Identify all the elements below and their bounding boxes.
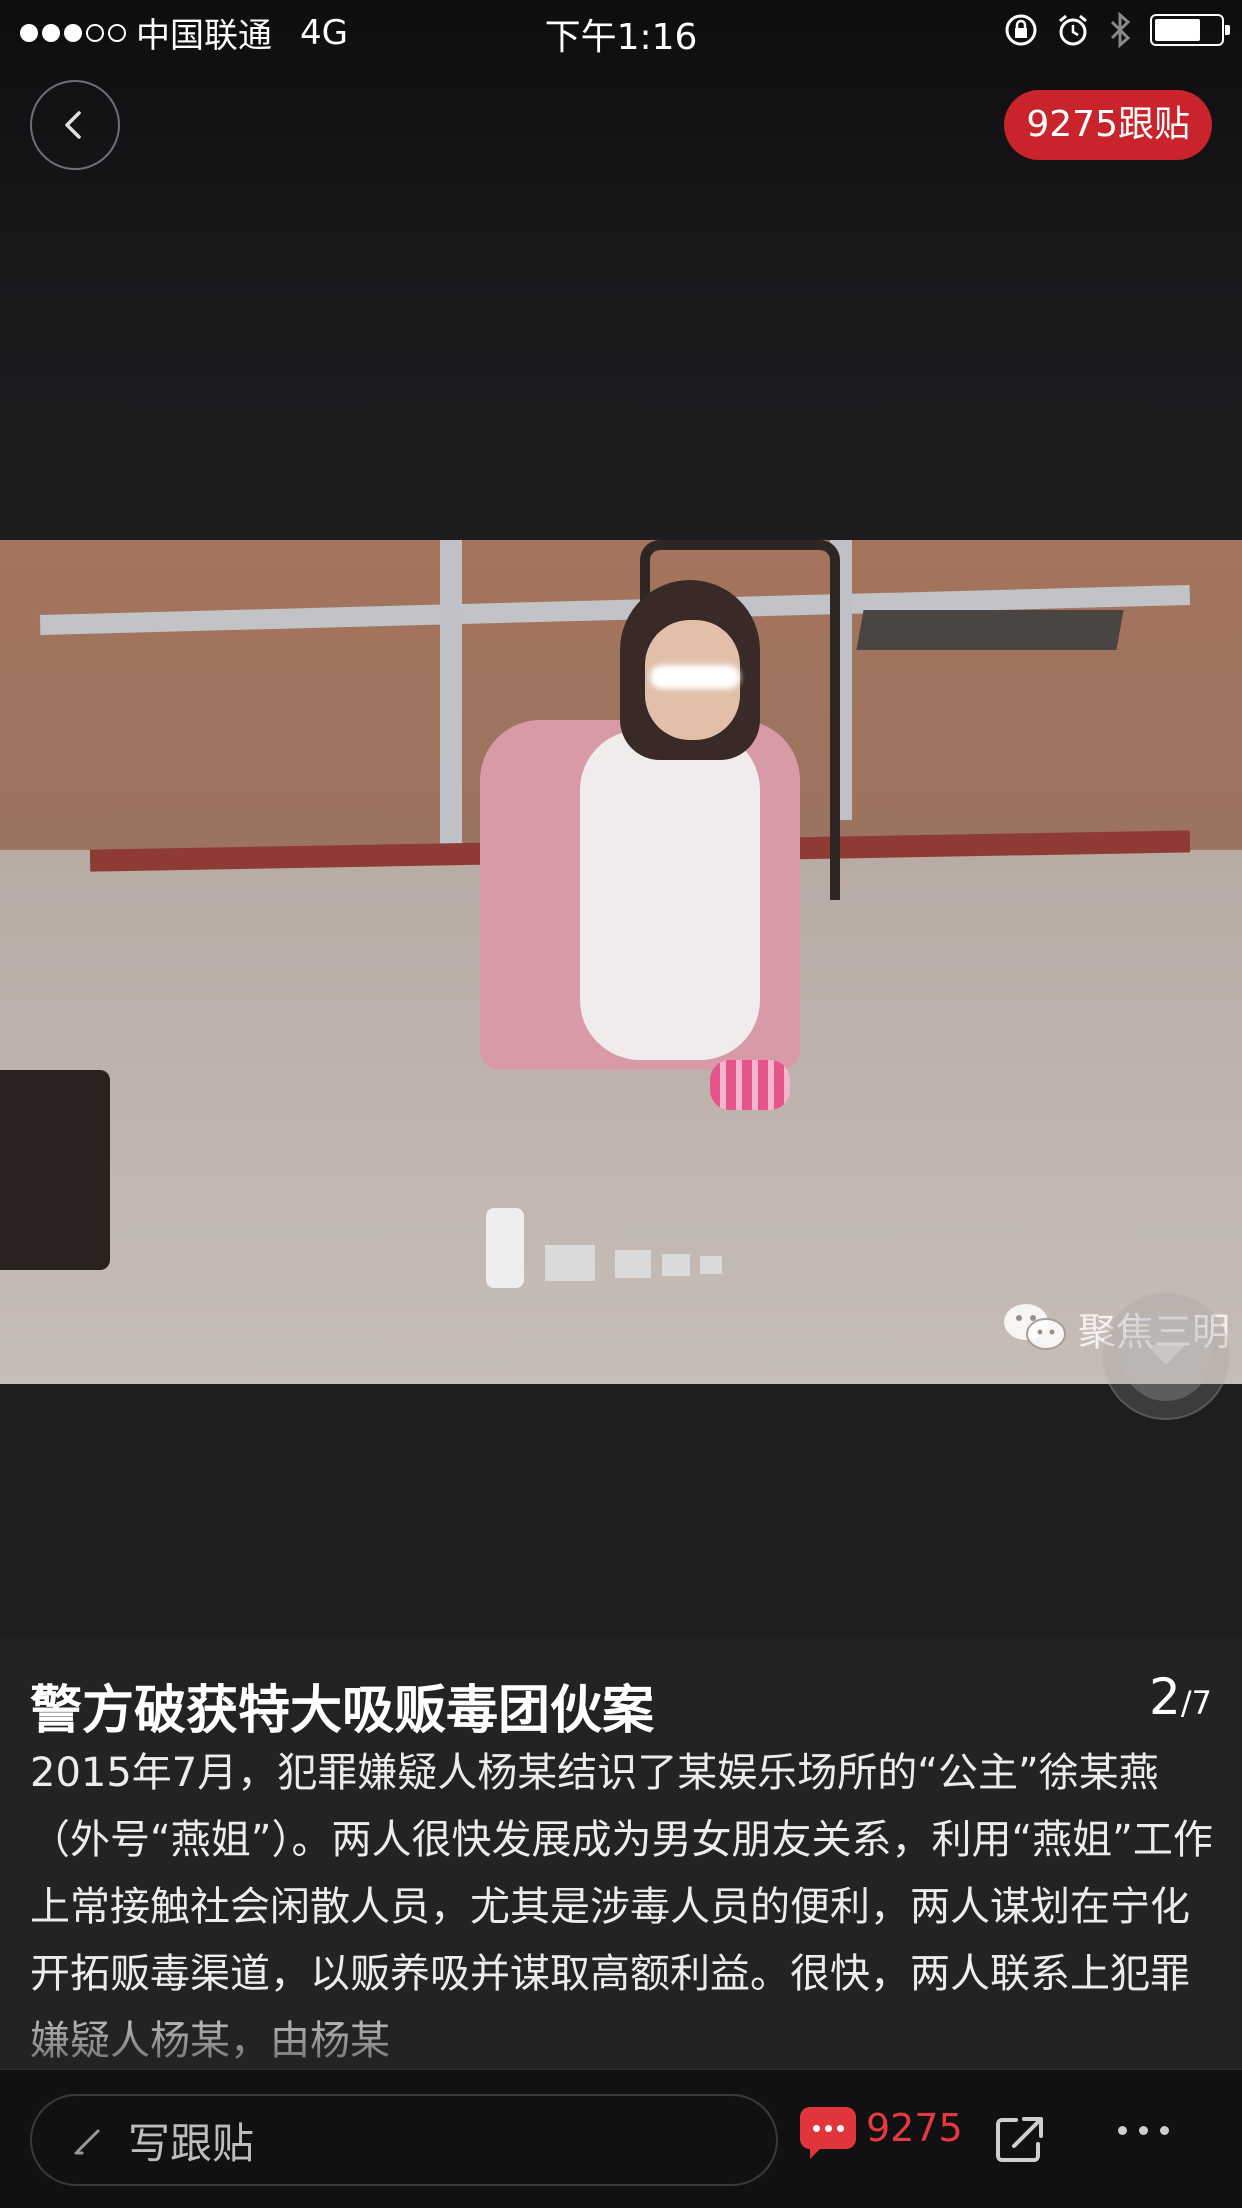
- photo-packet: [662, 1254, 690, 1276]
- floating-scroll-inner: [1121, 1311, 1211, 1401]
- bottom-bar: 写跟贴 9275: [0, 2069, 1242, 2208]
- photo-packet: [615, 1250, 651, 1278]
- battery-level: [1155, 19, 1200, 41]
- photo-table: [856, 610, 1124, 650]
- battery-icon: [1150, 14, 1230, 46]
- write-comment-input[interactable]: 写跟贴: [30, 2094, 778, 2186]
- photo-figure-body: [580, 730, 760, 1060]
- photo-socks: [710, 1060, 790, 1110]
- chat-bubble-icon: [800, 2107, 856, 2159]
- article-body: 2015年7月，犯罪嫌疑人杨某结识了某娱乐场所的“公主”徐某燕（外号“燕姐”）。…: [30, 1750, 1213, 2064]
- alarm-icon: [1059, 14, 1087, 46]
- page-total: /7: [1180, 1684, 1212, 1722]
- photo-post: [440, 540, 462, 870]
- chevron-left-icon: [65, 111, 81, 139]
- pencil-icon: [74, 2129, 100, 2155]
- photo-bottle: [486, 1208, 524, 1288]
- mid-background: [0, 1384, 1242, 1639]
- status-right: [1004, 12, 1230, 48]
- photo-packet: [545, 1245, 595, 1281]
- status-bar: 中国联通 4G 下午1:16: [0, 0, 1242, 62]
- write-comment-placeholder: 写跟贴: [128, 2118, 255, 2168]
- photo-left-chair: [0, 1070, 110, 1270]
- page-current: 2: [1149, 1668, 1181, 1726]
- news-photo[interactable]: 聚焦三明: [0, 540, 1242, 1384]
- article-title: 警方破获特大吸贩毒团伙案: [30, 1681, 655, 1741]
- photo-blur-bar: [650, 665, 740, 689]
- rotation-lock-icon: [1005, 14, 1037, 46]
- floating-scroll-button[interactable]: [1102, 1292, 1230, 1420]
- top-background: [0, 0, 1242, 540]
- comment-count-button[interactable]: 9275: [800, 2106, 963, 2159]
- wechat-icon: [1003, 1304, 1066, 1350]
- comments-count-label: 9275跟贴: [1026, 104, 1190, 145]
- page-counter: 2/7: [1149, 1668, 1212, 1726]
- share-button[interactable]: [990, 2110, 1050, 2170]
- share-icon: [996, 2117, 1043, 2162]
- comment-count: 9275: [866, 2106, 963, 2150]
- chevron-down-icon: [1147, 1345, 1185, 1365]
- photo-packet: [700, 1256, 722, 1274]
- more-icon[interactable]: [1118, 2126, 1169, 2135]
- bluetooth-icon: [1110, 12, 1131, 48]
- comments-count-button[interactable]: 9275跟贴: [1004, 90, 1212, 160]
- back-button[interactable]: [30, 80, 120, 170]
